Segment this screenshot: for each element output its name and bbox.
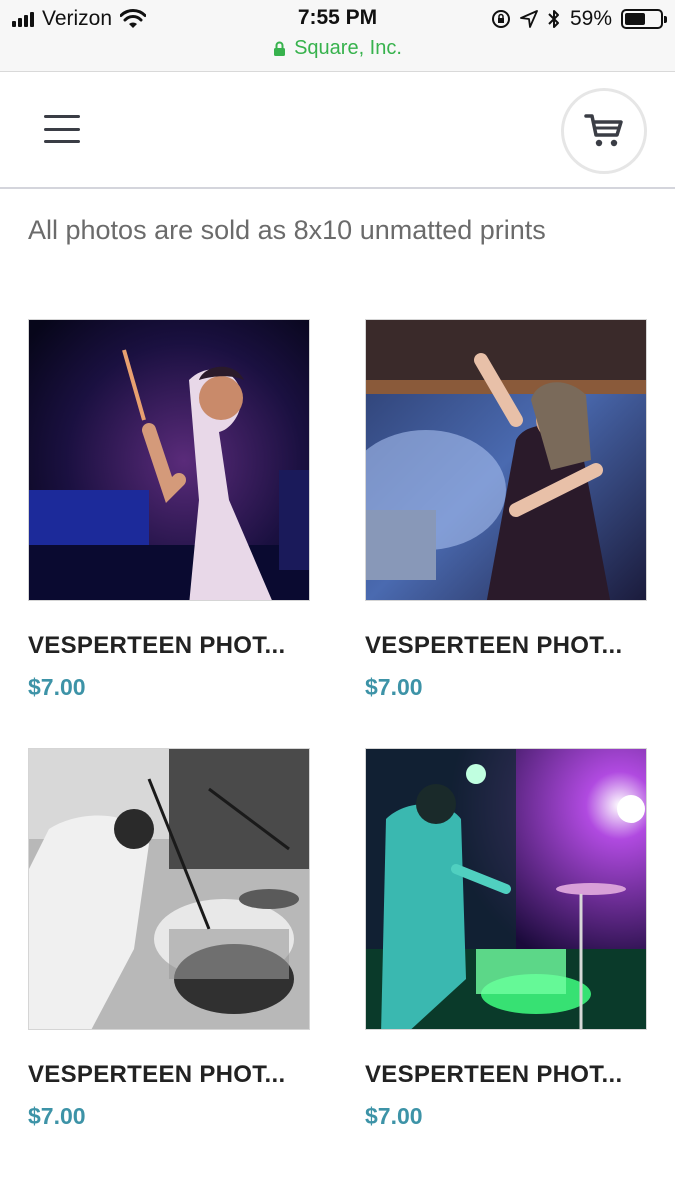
status-bar: Verizon 7:55 PM 59% Square, Inc. xyxy=(0,0,675,72)
product-photo[interactable] xyxy=(365,748,647,1030)
product-price: $7.00 xyxy=(365,674,423,700)
url-bar[interactable]: Square, Inc. xyxy=(0,37,675,60)
product-photo[interactable] xyxy=(365,319,647,601)
hamburger-menu-icon[interactable] xyxy=(44,115,80,143)
product-title[interactable]: VESPERTEEN PHOT... xyxy=(28,632,310,660)
status-right: 59% xyxy=(491,6,667,32)
cart-button[interactable] xyxy=(561,88,647,174)
product-title[interactable]: VESPERTEEN PHOT... xyxy=(28,1061,310,1089)
location-arrow-icon xyxy=(520,10,538,28)
product-photo[interactable] xyxy=(28,748,310,1030)
url-label: Square, Inc. xyxy=(294,37,402,59)
product-title[interactable]: VESPERTEEN PHOT... xyxy=(365,632,647,660)
product-card[interactable]: VESPERTEEN PHOT... $7.00 xyxy=(28,748,310,1130)
bluetooth-icon xyxy=(548,10,559,28)
battery-percent: 59% xyxy=(569,7,612,30)
product-card[interactable]: VESPERTEEN PHOT... $7.00 xyxy=(28,319,310,701)
product-photo[interactable] xyxy=(28,319,310,601)
shopping-cart-icon xyxy=(584,114,623,147)
notice-text: All photos are sold as 8x10 unmatted pri… xyxy=(28,215,546,245)
rotation-lock-icon xyxy=(491,10,510,28)
product-card[interactable]: VESPERTEEN PHOT... $7.00 xyxy=(365,748,647,1130)
lock-icon xyxy=(274,41,286,56)
product-title[interactable]: VESPERTEEN PHOT... xyxy=(365,1061,647,1089)
battery-icon xyxy=(621,9,667,29)
app-header xyxy=(0,73,675,189)
product-card[interactable]: VESPERTEEN PHOT... $7.00 xyxy=(365,319,647,701)
product-price: $7.00 xyxy=(28,674,86,700)
product-price: $7.00 xyxy=(365,1103,423,1129)
product-price: $7.00 xyxy=(28,1103,86,1129)
